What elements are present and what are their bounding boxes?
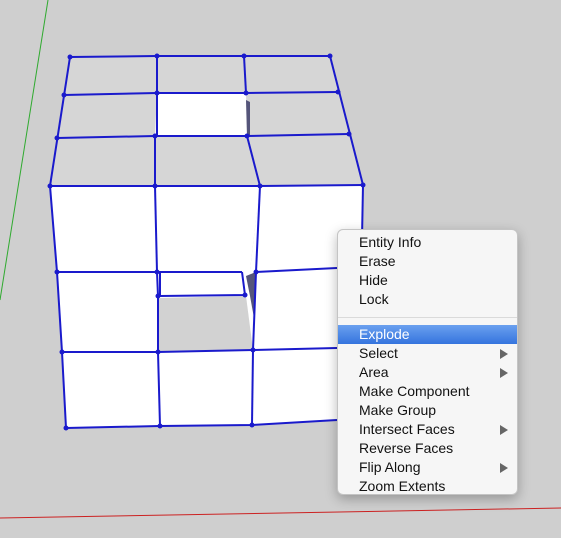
menu-item-label: Select (359, 345, 398, 361)
top-hole (155, 93, 247, 136)
menu-item-label: Flip Along (359, 459, 421, 475)
front-hole-inner (158, 296, 253, 352)
menu-item-zoom-extents[interactable]: Zoom Extents (338, 477, 517, 496)
menu-item-label: Explode (359, 326, 410, 342)
menu-item-make-group[interactable]: Make Group (338, 401, 517, 420)
menu-item-select[interactable]: Select (338, 344, 517, 363)
menu-item-reverse-faces[interactable]: Reverse Faces (338, 439, 517, 458)
menu-item-explode[interactable]: Explode (338, 325, 517, 344)
menu-item-label: Lock (359, 291, 389, 307)
menu-item-intersect-faces[interactable]: Intersect Faces (338, 420, 517, 439)
menu-item-label: Make Group (359, 402, 437, 418)
menu-item-label: Intersect Faces (359, 421, 455, 437)
context-menu[interactable]: Entity Info Erase Hide Lock Explode Sele… (337, 229, 518, 495)
menu-item-lock[interactable]: Lock (338, 290, 517, 309)
menu-separator (338, 317, 517, 318)
menu-item-label: Make Component (359, 383, 470, 399)
front-hole (160, 272, 245, 296)
submenu-arrow-icon (500, 425, 508, 435)
menu-item-entity-info[interactable]: Entity Info (338, 233, 517, 252)
menu-item-label: Entity Info (359, 234, 422, 250)
submenu-arrow-icon (500, 368, 508, 378)
menu-item-area[interactable]: Area (338, 363, 517, 382)
cube-model[interactable] (47, 53, 366, 431)
menu-item-label: Area (359, 364, 389, 380)
menu-item-label: Reverse Faces (359, 440, 454, 456)
submenu-arrow-icon (500, 349, 508, 359)
menu-item-flip-along[interactable]: Flip Along (338, 458, 517, 477)
green-axis (0, 0, 49, 301)
submenu-arrow-icon (500, 463, 508, 473)
menu-item-label: Zoom Extents (359, 478, 446, 494)
menu-item-label: Erase (359, 253, 396, 269)
menu-item-hide[interactable]: Hide (338, 271, 517, 290)
red-axis (0, 507, 561, 519)
menu-item-make-component[interactable]: Make Component (338, 382, 517, 401)
menu-item-label: Hide (359, 272, 388, 288)
menu-item-erase[interactable]: Erase (338, 252, 517, 271)
